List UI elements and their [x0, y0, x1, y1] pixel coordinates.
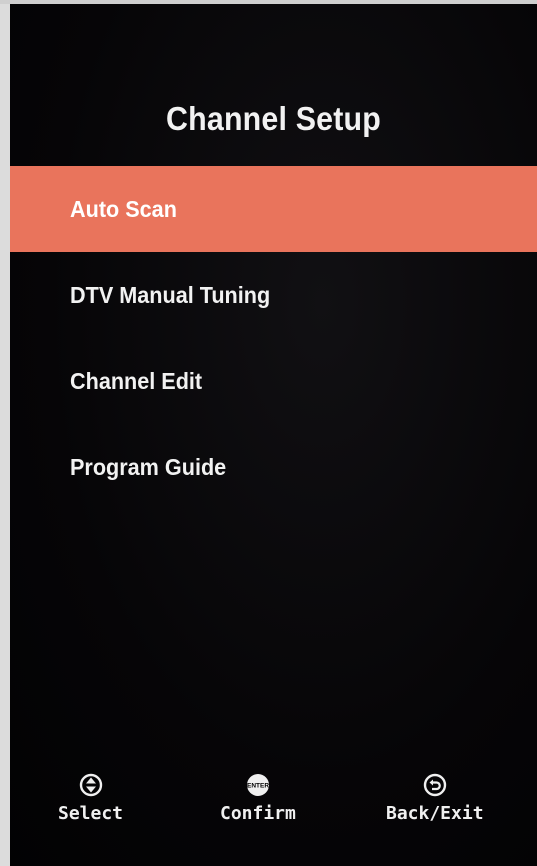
tv-screen: Channel Setup Auto Scan DTV Manual Tunin… [0, 0, 537, 866]
hint-select: Select [58, 773, 123, 824]
hint-back-exit: Back/Exit [386, 773, 484, 824]
menu-item-label: Program Guide [70, 453, 227, 480]
enter-icon: ENTER [247, 774, 269, 796]
menu-item-program-guide[interactable]: Program Guide [10, 424, 537, 510]
channel-setup-menu: Auto Scan DTV Manual Tuning Channel Edit… [10, 166, 537, 510]
hint-confirm-label: Confirm [220, 803, 296, 824]
bezel-top [0, 0, 537, 4]
menu-item-label: Channel Edit [70, 367, 203, 394]
up-down-arrows-icon [79, 773, 102, 797]
menu-item-channel-edit[interactable]: Channel Edit [10, 338, 537, 424]
page-title: Channel Setup [166, 100, 381, 137]
hint-confirm: ENTER Confirm [220, 773, 296, 824]
menu-item-dtv-manual-tuning[interactable]: DTV Manual Tuning [10, 252, 537, 338]
menu-item-auto-scan[interactable]: Auto Scan [10, 166, 537, 252]
menu-item-label: DTV Manual Tuning [70, 281, 271, 308]
button-hints: Select ENTER Confirm Back/Exit [10, 773, 537, 843]
hint-back-exit-label: Back/Exit [386, 803, 484, 824]
enter-icon-text: ENTER [247, 783, 269, 790]
hint-select-label: Select [58, 803, 124, 824]
return-arrow-icon [423, 773, 446, 797]
bezel-left [0, 0, 10, 866]
menu-item-label: Auto Scan [70, 195, 177, 222]
